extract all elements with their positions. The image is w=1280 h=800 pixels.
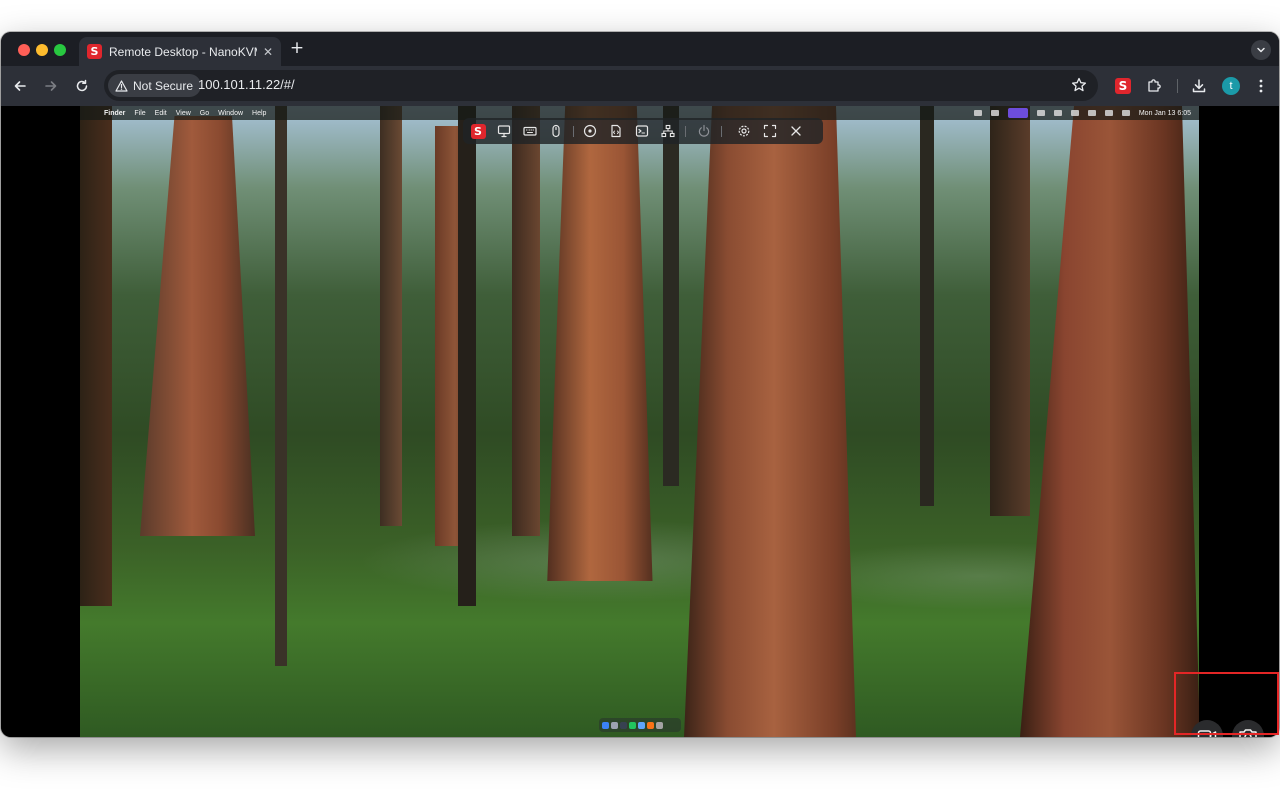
security-indicator[interactable]: Not Secure	[108, 74, 202, 97]
network-icon[interactable]	[659, 122, 677, 140]
toolbar-separator	[721, 126, 722, 137]
mouse-icon[interactable]	[547, 122, 565, 140]
input-source-icon[interactable]	[1087, 110, 1096, 116]
kvm-logo-glyph: S	[470, 123, 486, 139]
tree-trunk	[512, 106, 540, 536]
puzzle-extensions-icon[interactable]	[1144, 76, 1164, 96]
tab-title: Remote Desktop - NanoKVM	[109, 44, 257, 59]
menu-window[interactable]: Window	[218, 110, 243, 117]
reload-icon[interactable]	[72, 76, 92, 96]
page: S Remote Desktop - NanoKVM ✕ + Not Secur…	[0, 0, 1280, 800]
toolbar-separator	[685, 126, 686, 137]
tab-strip: S Remote Desktop - NanoKVM ✕ +	[1, 32, 1279, 66]
app-icon[interactable]	[629, 721, 636, 729]
extension-glyph: S	[1115, 78, 1131, 94]
menu-go[interactable]: Go	[200, 110, 209, 117]
terminal-icon[interactable]	[633, 122, 651, 140]
battery-icon[interactable]	[1070, 110, 1079, 116]
location-icon[interactable]	[973, 110, 982, 116]
tree-trunk	[990, 106, 1030, 516]
command-icon[interactable]	[990, 110, 999, 116]
tree-trunk	[663, 106, 679, 486]
plus-icon[interactable]: +	[288, 39, 306, 57]
app-icon[interactable]	[638, 721, 645, 729]
remote-screen[interactable]: Finder File Edit View Go Window Help Mon…	[80, 106, 1199, 737]
close-window-button[interactable]	[18, 44, 30, 56]
trash-icon[interactable]	[656, 721, 663, 729]
tree-trunk	[920, 106, 934, 506]
url-text[interactable]: 100.101.11.22/#/	[198, 77, 295, 92]
tree-trunk	[458, 106, 476, 606]
power-icon[interactable]	[695, 122, 713, 140]
monitor-icon[interactable]	[495, 122, 513, 140]
mute-icon[interactable]	[1053, 110, 1062, 116]
fullscreen-icon[interactable]	[761, 122, 779, 140]
address-bar[interactable]: Not Secure 100.101.11.22/#/	[104, 70, 1098, 101]
menu-edit[interactable]: Edit	[155, 110, 167, 117]
toolbar-separator	[573, 126, 574, 137]
screen-mirror-icon[interactable]	[1007, 108, 1028, 118]
security-label: Not Secure	[133, 78, 194, 93]
chevron-down-icon[interactable]	[1251, 40, 1271, 60]
star-icon[interactable]	[1071, 77, 1087, 93]
menu-file[interactable]: File	[134, 110, 145, 117]
remote-clock[interactable]: Mon Jan 13 6:05	[1139, 110, 1191, 117]
tab-remote-desktop[interactable]: S Remote Desktop - NanoKVM ✕	[79, 37, 281, 66]
tree-trunk	[684, 106, 856, 737]
close-icon[interactable]: ✕	[263, 45, 273, 59]
close-icon[interactable]	[787, 122, 805, 140]
arrow-right-icon[interactable]	[41, 76, 61, 96]
tree-trunk	[140, 116, 255, 536]
nanokvm-logo-icon: S	[87, 44, 102, 59]
nanokvm-extension-icon[interactable]: S	[1113, 76, 1133, 96]
page-viewport: Finder File Edit View Go Window Help Mon…	[1, 106, 1279, 737]
kvm-toolbar: S	[463, 118, 823, 144]
remote-dock	[599, 718, 681, 732]
virtual-media-icon[interactable]	[581, 122, 599, 140]
settings-gear-icon[interactable]	[735, 122, 753, 140]
launchpad-icon[interactable]	[611, 721, 618, 729]
download-icon[interactable]	[1189, 76, 1209, 96]
wifi-icon[interactable]	[1104, 110, 1113, 116]
browser-toolbar: Not Secure 100.101.11.22/#/ S t	[1, 66, 1279, 106]
toolbar-divider	[1177, 79, 1178, 93]
tree-trunk	[547, 106, 653, 581]
control-center-icon[interactable]	[1121, 110, 1130, 116]
script-icon[interactable]	[607, 122, 625, 140]
tree-trunk	[380, 106, 402, 526]
menu-help[interactable]: Help	[252, 110, 266, 117]
tree-trunk	[80, 106, 112, 606]
tree-trunk	[1020, 106, 1199, 737]
remote-status-area: Mon Jan 13 6:05	[973, 106, 1191, 120]
keyboard-icon[interactable]	[521, 122, 539, 140]
app-icon[interactable]	[647, 721, 654, 729]
capture-controls-highlight	[1174, 672, 1279, 735]
app-icon[interactable]	[620, 721, 627, 729]
browser-window: S Remote Desktop - NanoKVM ✕ + Not Secur…	[1, 32, 1279, 737]
maximize-window-button[interactable]	[54, 44, 66, 56]
warning-triangle-icon	[115, 79, 128, 92]
menu-view[interactable]: View	[176, 110, 191, 117]
avatar[interactable]: t	[1222, 77, 1240, 95]
brightness-icon[interactable]	[1036, 110, 1045, 116]
tree-trunk	[275, 106, 287, 666]
arrow-left-icon[interactable]	[10, 76, 30, 96]
nanokvm-logo-icon[interactable]: S	[469, 122, 487, 140]
more-vertical-icon[interactable]	[1251, 76, 1271, 96]
menu-finder[interactable]: Finder	[104, 110, 125, 117]
minimize-window-button[interactable]	[36, 44, 48, 56]
finder-icon[interactable]	[602, 721, 609, 729]
